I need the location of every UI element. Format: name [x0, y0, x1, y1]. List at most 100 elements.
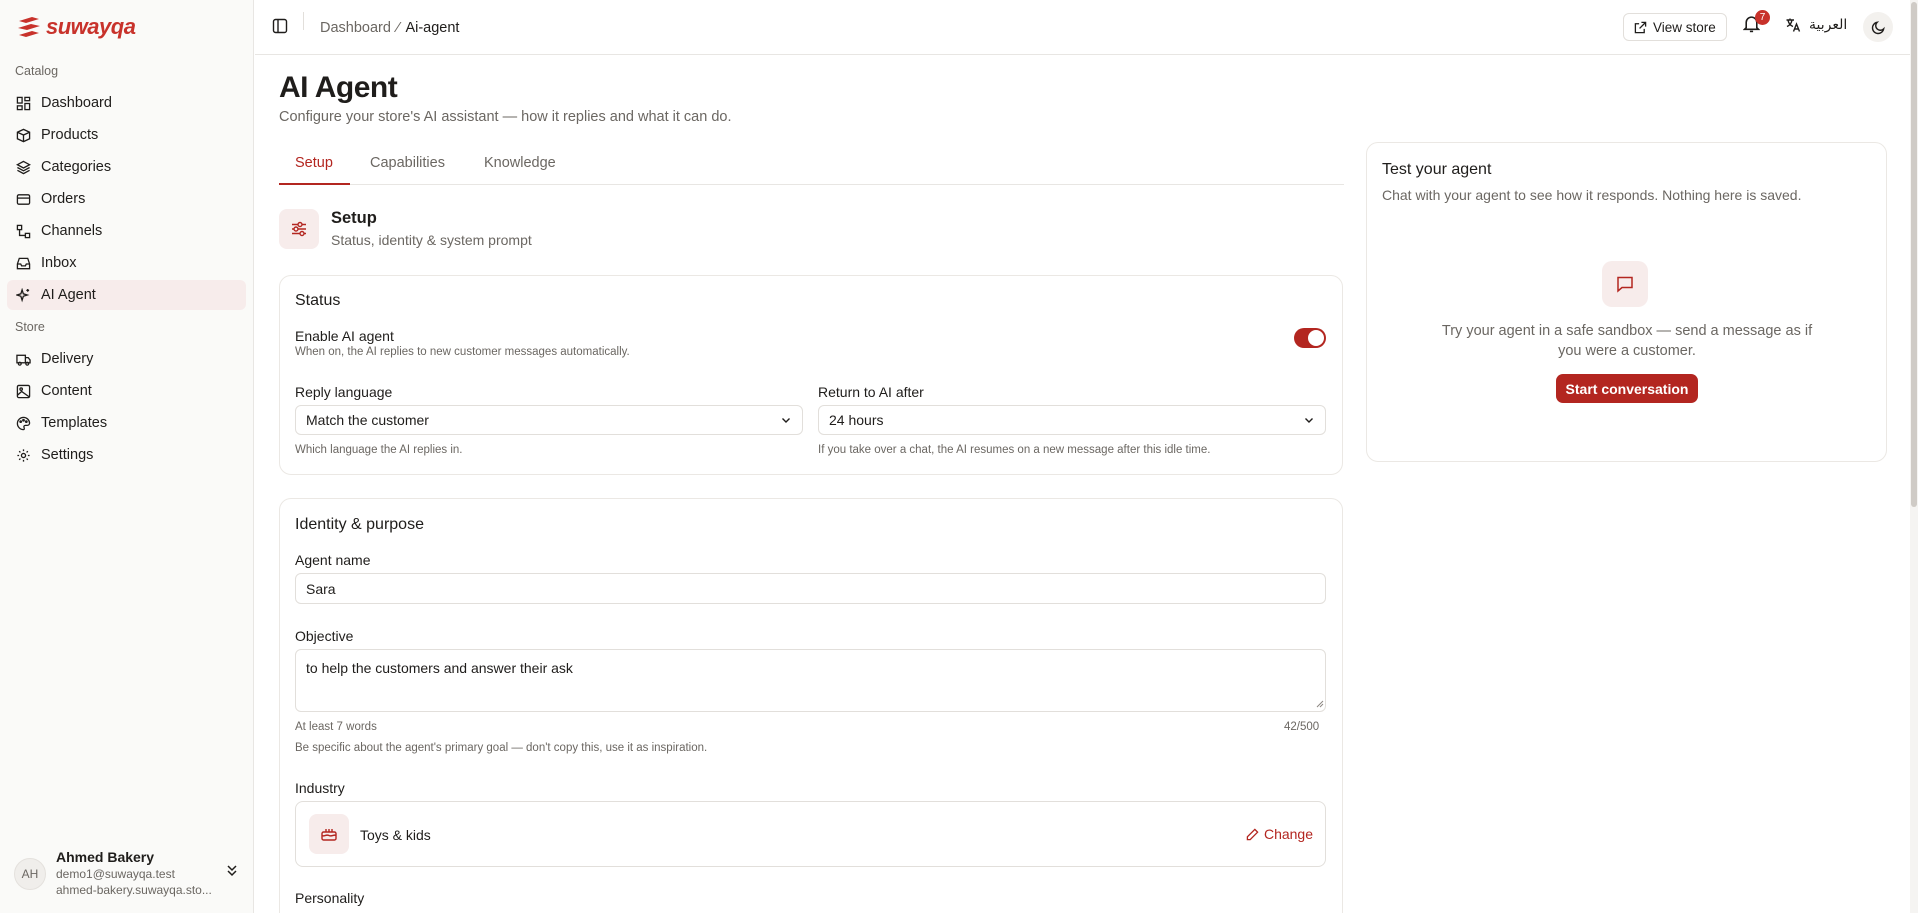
layers-icon: [16, 160, 31, 174]
box-icon: [16, 128, 31, 142]
chevrons-up-down-icon[interactable]: [226, 863, 238, 877]
reply-language-label: Reply language: [295, 384, 393, 400]
sidebar-item-dashboard[interactable]: Dashboard: [7, 88, 246, 118]
nav-section-catalog: Catalog: [15, 64, 59, 78]
chevron-down-icon: [782, 418, 790, 423]
sidebar-item-categories[interactable]: Categories: [7, 152, 246, 182]
sidebar-item-orders[interactable]: Orders: [7, 184, 246, 214]
objective-textarea[interactable]: to help the customers and answer their a…: [295, 649, 1326, 712]
agent-name-input[interactable]: [295, 573, 1326, 604]
breadcrumb-dashboard[interactable]: Dashboard: [320, 20, 391, 36]
sidebar-item-label: Delivery: [41, 351, 94, 367]
user-card[interactable]: AH Ahmed Bakery demo1@suwayqa.test ahmed…: [14, 848, 242, 900]
chevron-down-icon: [1305, 418, 1313, 423]
image-icon: [16, 384, 31, 398]
inbox-icon: [16, 257, 31, 269]
chat-bubble-icon-wrap: [1602, 261, 1648, 307]
notification-badge: 7: [1755, 10, 1770, 25]
brand-name: suwayqa: [46, 14, 136, 39]
brand-logo[interactable]: suwayqa: [16, 14, 136, 40]
return-to-ai-hint: If you take over a chat, the AI resumes …: [818, 444, 1211, 456]
palette-icon: [16, 416, 31, 430]
external-link-icon: [1634, 21, 1647, 33]
reply-language-value: Match the customer: [306, 412, 429, 428]
tab-knowledge[interactable]: Knowledge: [484, 155, 556, 171]
dashboard-icon: [16, 96, 31, 110]
enable-agent-hint: When on, the AI replies to new customer …: [295, 346, 630, 358]
sidebar-item-label: AI Agent: [41, 287, 96, 303]
view-store-button[interactable]: View store: [1623, 13, 1727, 41]
breadcrumb-current: Ai-agent: [405, 19, 460, 36]
return-to-ai-label: Return to AI after: [818, 384, 924, 400]
enable-agent-toggle[interactable]: [1294, 328, 1326, 348]
topbar-divider: [303, 12, 304, 30]
industry-value: Toys & kids: [360, 827, 431, 843]
sidebar-item-templates[interactable]: Templates: [7, 408, 246, 438]
cake-icon: [321, 829, 337, 841]
reply-language-select[interactable]: Match the customer: [295, 405, 803, 435]
status-card-title: Status: [295, 292, 341, 309]
sidebar-item-label: Categories: [41, 159, 112, 175]
user-name: Ahmed Bakery: [56, 849, 155, 865]
sidebar-item-content[interactable]: Content: [7, 376, 246, 406]
user-store-url: ahmed-bakery.suwayqa.sto...: [56, 883, 212, 897]
sidebar-item-label: Channels: [41, 223, 103, 239]
identity-card-title: Identity & purpose: [295, 516, 424, 533]
tab-setup[interactable]: Setup: [295, 155, 333, 171]
gear-icon: [17, 448, 30, 462]
user-info: Ahmed Bakery demo1@suwayqa.test ahmed-ba…: [56, 848, 216, 898]
scrollbar-thumb[interactable]: [1911, 2, 1917, 507]
sliders-icon: [292, 221, 306, 237]
change-industry-button[interactable]: Change: [1246, 826, 1313, 842]
page-subtitle: Configure your store's AI assistant — ho…: [279, 109, 732, 125]
sidebar-item-ai-agent[interactable]: AI Agent: [7, 280, 246, 310]
workflow-icon: [16, 224, 31, 238]
sidebar-item-label: Content: [41, 383, 92, 399]
sidebar-item-products[interactable]: Products: [7, 120, 246, 150]
moon-icon: [1871, 20, 1885, 34]
language-label: العربية: [1809, 16, 1848, 32]
sidebar-item-label: Dashboard: [41, 95, 112, 111]
objective-char-counter: 42/500: [1284, 721, 1320, 733]
sidebar-item-inbox[interactable]: Inbox: [7, 248, 246, 278]
breadcrumb: Dashboard ⁄ Ai-agent: [320, 19, 459, 36]
sidebar-item-label: Orders: [41, 191, 86, 207]
sidebar-toggle-icon[interactable]: [272, 18, 288, 34]
industry-icon: [309, 814, 349, 854]
language-switcher[interactable]: العربية: [1785, 16, 1847, 33]
objective-minimum-hint: At least 7 words: [295, 721, 377, 733]
enable-agent-label: Enable AI agent: [295, 328, 394, 344]
resize-grip-icon[interactable]: [1316, 700, 1324, 708]
chat-bubble-icon: [1617, 276, 1633, 293]
logo-mark-icon: [18, 17, 40, 37]
start-conversation-button[interactable]: Start conversation: [1556, 374, 1698, 403]
sparkles-icon: [16, 287, 30, 302]
sidebar-item-label: Settings: [41, 447, 94, 463]
breadcrumb-separator-icon: ⁄: [396, 19, 400, 36]
agent-name-label: Agent name: [295, 552, 371, 568]
return-to-ai-value: 24 hours: [829, 412, 884, 428]
sidebar-item-label: Templates: [41, 415, 108, 431]
sidebar-item-channels[interactable]: Channels: [7, 216, 246, 246]
tab-capabilities[interactable]: Capabilities: [370, 155, 445, 171]
industry-box: Toys & kids Change: [295, 801, 1326, 867]
topbar: Dashboard ⁄ Ai-agent View store 7 العربي…: [255, 0, 1910, 55]
tab-bar: Setup Capabilities Knowledge: [279, 150, 1344, 185]
page-title: AI Agent: [279, 71, 398, 104]
user-email: demo1@suwayqa.test: [56, 867, 175, 881]
sidebar-item-settings[interactable]: Settings: [7, 440, 246, 470]
test-agent-panel: Test your agent Chat with your agent to …: [1366, 142, 1887, 462]
objective-label: Objective: [295, 628, 354, 644]
return-to-ai-select[interactable]: 24 hours: [818, 405, 1326, 435]
setup-section-subtitle: Status, identity & system prompt: [331, 232, 532, 248]
view-store-label: View store: [1653, 19, 1716, 35]
nav-section-store: Store: [15, 320, 45, 334]
sidebar-item-label: Inbox: [41, 255, 77, 271]
reply-language-hint: Which language the AI replies in.: [295, 444, 463, 456]
test-panel-title: Test your agent: [1382, 161, 1492, 178]
test-panel-description: Try your agent in a safe sandbox — send …: [1441, 323, 1813, 359]
active-tab-indicator: [279, 183, 350, 185]
sidebar-item-delivery[interactable]: Delivery: [7, 344, 246, 374]
theme-toggle[interactable]: [1863, 12, 1893, 42]
sidebar-item-label: Products: [41, 127, 99, 143]
